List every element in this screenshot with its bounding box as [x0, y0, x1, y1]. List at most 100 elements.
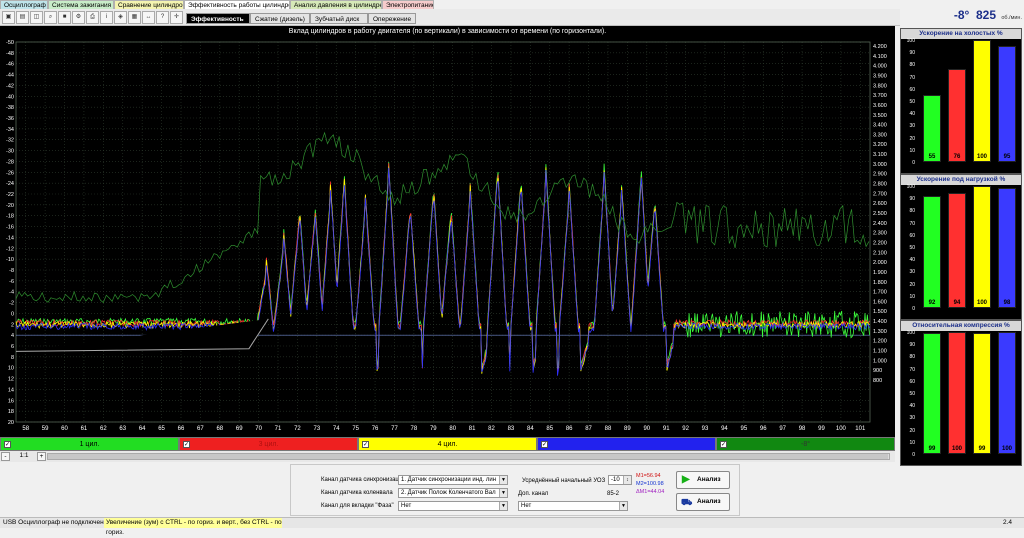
analyze-engine-button[interactable]: ⛟ Анализ — [676, 493, 730, 511]
y-left-tick-label: -16 — [6, 225, 14, 231]
tab-cylinder-efficiency[interactable]: Эффективность работы цилиндров — [184, 0, 290, 9]
horizontal-scrollbar[interactable] — [47, 453, 890, 460]
extra-channel-label: Доп. канал — [518, 491, 549, 497]
subtab-efficiency[interactable]: Эффективность — [186, 13, 250, 24]
x-tick-label: 79 — [430, 426, 437, 432]
channel-cyl2[interactable]: ✓ — [537, 437, 716, 451]
settings-icon[interactable]: ⚙ — [72, 11, 85, 24]
uoz-spinner[interactable]: -10 ↕ — [608, 475, 632, 485]
x-tick-label: 62 — [100, 426, 107, 432]
plot-frame — [15, 41, 871, 423]
chevron-down-icon[interactable]: ▼ — [499, 502, 507, 510]
chevron-down-icon[interactable]: ▼ — [499, 476, 507, 484]
phase-channel-label: Канал для вкладки "Фаза" — [321, 503, 394, 509]
y-left-tick-label: -42 — [6, 83, 14, 89]
x-tick-label: 99 — [818, 426, 825, 432]
channel-cyl3-checkbox[interactable]: ✓ — [183, 441, 190, 448]
zoom-out-button[interactable]: - — [1, 452, 10, 461]
extra-channel-value: Нет — [521, 503, 532, 509]
extra-channel-select[interactable]: Нет ▼ — [518, 501, 628, 511]
subtab-toothed-disk[interactable]: Зубчатый диск — [310, 13, 368, 24]
analyze-button[interactable]: ▶ Анализ — [676, 471, 730, 489]
idle-acceleration-title: Ускорение на холостых % — [901, 29, 1021, 39]
tab-power[interactable]: Электропитание — [382, 0, 434, 9]
x-tick-label: 82 — [488, 426, 495, 432]
x-tick-label: 89 — [624, 426, 631, 432]
channel-cyl1-checkbox[interactable]: ✓ — [4, 441, 11, 448]
y-right-tick-label: 2.800 — [873, 182, 887, 188]
marker-icon[interactable]: ◈ — [114, 11, 127, 24]
y-left-tick-label: -4 — [9, 290, 14, 296]
x-tick-label: 63 — [119, 426, 126, 432]
bar-cyl-3 — [948, 193, 966, 308]
measure-icon[interactable]: ↔ — [142, 11, 155, 24]
marker-delta: ΔM1=44.04 — [636, 489, 665, 495]
sync-channel-select[interactable]: 1. Датчик синхронизации инд. лин ▼ — [398, 475, 508, 485]
cursor-icon[interactable]: ✛ — [170, 11, 183, 24]
channel-angle[interactable]: ✓ -8° — [716, 437, 895, 451]
bar-cyl-4 — [973, 333, 991, 454]
tab-cylinder-compare[interactable]: Сравнение цилиндров — [114, 0, 184, 9]
chevron-down-icon[interactable]: ▼ — [499, 489, 507, 497]
uoz-value: -10 — [611, 477, 620, 483]
bar-axis-label: 70 — [909, 74, 915, 81]
bar-axis-label: 100 — [906, 38, 915, 44]
rpm-display: -8° 825 об./мин. — [900, 8, 1024, 26]
y-right-tick-label: 2.200 — [873, 240, 887, 246]
tab-oscilloscope[interactable]: Осциллограф — [0, 0, 48, 9]
y-left-tick-label: -40 — [6, 94, 14, 100]
marker-m2: M2=100.98 — [636, 481, 664, 487]
channel-cyl3[interactable]: ✓ 3 цил. — [179, 437, 358, 451]
y-right-tick-label: 3.100 — [873, 152, 887, 158]
channel-cyl4-checkbox[interactable]: ✓ — [362, 441, 369, 448]
bar-cylinder-label: 1 — [930, 457, 934, 464]
x-tick-label: 92 — [682, 426, 689, 432]
y-right-tick-label: 1.900 — [873, 270, 887, 276]
crank-channel-select[interactable]: 2. Датчик Полож Коленчатого Вал ▼ — [398, 488, 508, 498]
grid-icon[interactable]: ▦ — [128, 11, 141, 24]
channel-angle-checkbox[interactable]: ✓ — [720, 441, 727, 448]
zoom-row: - 1:1 + — [0, 451, 895, 462]
stop-icon[interactable]: ■ — [58, 11, 71, 24]
x-tick-label: 93 — [702, 426, 709, 432]
y-right-tick-label: 2.700 — [873, 191, 887, 197]
chevron-down-icon[interactable]: ▼ — [619, 502, 627, 510]
y-right-tick-label: 2.600 — [873, 201, 887, 207]
y-left-tick-label: -24 — [6, 181, 14, 187]
chart-title: Вклад цилиндров в работу двигателя (по в… — [288, 28, 607, 35]
save-icon[interactable]: ▤ — [16, 11, 29, 24]
open-icon[interactable]: ▣ — [2, 11, 15, 24]
tab-ignition[interactable]: Система зажигания — [48, 0, 114, 9]
help-icon[interactable]: ? — [156, 11, 169, 24]
y-left-tick-label: -6 — [9, 279, 14, 285]
info-icon[interactable]: i — [100, 11, 113, 24]
channel-cyl2-checkbox[interactable]: ✓ — [541, 441, 548, 448]
y-right-tick-label: 1.100 — [873, 349, 887, 355]
channel-cyl1[interactable]: ✓ 1 цил. — [0, 437, 179, 451]
zoom-icon[interactable]: ⌕ — [44, 11, 57, 24]
main-tabs: Осциллограф Система зажигания Сравнение … — [0, 0, 900, 9]
oscillogram[interactable]: 58 59 60 61 62 63 64 65 66 67 68 69 70 71 72 73 74 75 76 77… — [0, 26, 895, 437]
tab-pressure-analysis[interactable]: Анализ давления в цилиндре — [290, 0, 382, 9]
zoom-in-button[interactable]: + — [37, 452, 46, 461]
scrollbar-thumb[interactable] — [48, 454, 888, 459]
spinner-icon[interactable]: ↕ — [623, 476, 631, 484]
x-tick-label: 78 — [411, 426, 418, 432]
print-icon[interactable]: ⎙ — [86, 11, 99, 24]
x-tick-label: 90 — [643, 426, 650, 432]
phase-channel-select[interactable]: Нет ▼ — [398, 501, 508, 511]
y-right-tick-label: 2.100 — [873, 250, 887, 256]
x-tick-label: 69 — [236, 426, 243, 432]
chart-icon[interactable]: ◫ — [30, 11, 43, 24]
bar-cyl-2 — [998, 188, 1016, 308]
oscillogram-plot[interactable]: 58 59 60 61 62 63 64 65 66 67 68 69 70 71 72 73 74 75 76 77… — [0, 26, 895, 437]
channel-cyl4[interactable]: ✓ 4 цил. — [358, 437, 537, 451]
bar-value-label: 98 — [1003, 300, 1011, 306]
bar-value-label: 100 — [976, 300, 987, 306]
subtab-compression-diesel[interactable]: Сжатие (дизель) — [250, 13, 310, 24]
rpm-unit: об./мин. — [1001, 15, 1022, 21]
bar-axis-label: 10 — [909, 293, 915, 300]
bar-axis-label: 90 — [909, 342, 915, 349]
bar-value-label: 92 — [928, 300, 936, 306]
subtab-advance[interactable]: Опережение — [368, 13, 416, 24]
